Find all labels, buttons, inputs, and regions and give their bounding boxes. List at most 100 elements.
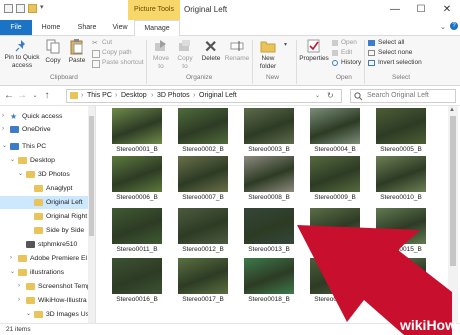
chevron-icon[interactable]: › — [18, 280, 25, 293]
file-item[interactable]: Stereo0015_B — [368, 206, 434, 254]
file-item[interactable]: Stereo0013_B — [236, 206, 302, 254]
recent-locations-icon[interactable]: ⌄ — [30, 89, 40, 103]
file-item[interactable]: Stereo0009_B — [302, 154, 368, 202]
file-name: Stereo0015_B — [380, 246, 422, 253]
file-item[interactable]: Stereo0017_B — [170, 256, 236, 304]
ribbon-collapse-icon[interactable]: ⌄ — [440, 23, 446, 31]
copy-to-button[interactable]: Copy to — [174, 39, 196, 73]
nav-item-original-left[interactable]: Original Left — [0, 196, 88, 209]
content-scrollbar-thumb[interactable] — [450, 116, 456, 266]
copy-button[interactable]: Copy — [42, 39, 64, 73]
photo-thumbnail — [178, 258, 228, 294]
tab-view[interactable]: View — [106, 20, 134, 35]
file-item[interactable]: Stereo0002_B — [170, 106, 236, 154]
nav-item-this-pc[interactable]: ⌄ This PC — [0, 140, 88, 153]
help-icon[interactable]: ? — [450, 22, 458, 30]
file-item[interactable]: Stereo0018_B — [236, 256, 302, 304]
move-to-button[interactable]: Move to — [150, 39, 172, 73]
nav-item-screenshot-temp[interactable]: › Screenshot Temp — [0, 280, 91, 293]
rename-icon — [230, 41, 244, 51]
nav-item-label: Side by Side — [46, 227, 85, 234]
paste-button[interactable]: Paste — [66, 39, 88, 73]
quick-access-dropdown-icon[interactable]: ▾ — [40, 3, 44, 11]
file-item[interactable]: Stereo0016_B — [104, 256, 170, 304]
nav-item-adobe-premiere-el[interactable]: › Adobe Premiere El — [0, 252, 88, 265]
chevron-icon[interactable]: › — [2, 123, 9, 136]
nav-item-desktop[interactable]: ⌄ Desktop — [0, 154, 88, 167]
nav-item-3d-photos[interactable]: ⌄ 3D Photos — [0, 168, 88, 181]
nav-item-quick-access[interactable]: › ★ Quick access — [0, 110, 88, 123]
nav-item-stphmkre510[interactable]: stphmkre510 — [0, 238, 88, 251]
file-item[interactable]: Stereo0012_B — [170, 206, 236, 254]
file-item[interactable]: Stereo0003_B — [236, 106, 302, 154]
file-item[interactable]: Stereo0006_B — [104, 154, 170, 202]
open-icon — [332, 40, 338, 46]
chevron-icon[interactable]: › — [10, 252, 17, 265]
new-folder-button[interactable]: New folder — [256, 39, 280, 73]
nav-scrollbar-thumb[interactable] — [89, 116, 94, 236]
file-item[interactable]: Stereo0014_B — [302, 206, 368, 254]
up-arrow-icon[interactable]: ↑ — [42, 89, 52, 103]
file-item[interactable]: Stereo0008_B — [236, 154, 302, 202]
nav-item-3d-images-usin[interactable]: ⌄ 3D Images Usin — [0, 308, 94, 321]
maximize-button[interactable]: ☐ — [408, 0, 434, 20]
file-item[interactable]: Stereo0001_B — [104, 106, 170, 154]
address-dropdown-icon[interactable]: ⌄ — [315, 90, 320, 102]
forward-arrow-icon[interactable]: → — [17, 89, 27, 103]
tab-share[interactable]: Share — [70, 20, 104, 35]
tab-file[interactable]: File — [0, 20, 32, 35]
nav-item-original-right[interactable]: Original Right — [0, 210, 88, 223]
edit-icon — [332, 50, 338, 56]
pin-to-quick-access-button[interactable]: Pin to Quick access — [4, 39, 40, 73]
photo-thumbnail — [112, 108, 162, 144]
file-item[interactable]: Stereo0010_B — [368, 154, 434, 202]
file-item[interactable]: Stereo0020_B — [368, 256, 434, 304]
scroll-up-icon[interactable]: ▲ — [449, 107, 455, 113]
file-item[interactable]: Stereo0019_B — [302, 256, 368, 304]
delete-button[interactable]: ✕ Delete — [200, 39, 222, 73]
nav-item-label: Original Right — [46, 213, 88, 220]
new-folder-quick-icon[interactable] — [28, 4, 37, 13]
search-box[interactable]: Search Original Left — [350, 89, 456, 103]
properties-quick-icon[interactable] — [16, 4, 25, 13]
rename-button[interactable]: Rename — [224, 39, 250, 73]
chevron-icon[interactable]: ⌄ — [10, 154, 17, 167]
breadcrumb-original-left[interactable]: Original Left — [199, 90, 237, 102]
chevron-icon[interactable]: ⌄ — [26, 308, 33, 321]
breadcrumb-this-pc[interactable]: This PC — [87, 90, 112, 102]
file-item[interactable]: Stereo0004_B — [302, 106, 368, 154]
nav-item-anaglypt[interactable]: Anaglypt — [0, 182, 88, 195]
tab-home[interactable]: Home — [34, 20, 68, 35]
history-icon — [332, 60, 338, 66]
nav-item-illustrations[interactable]: ⌄ illustrations — [0, 266, 88, 279]
folder-icon — [18, 269, 27, 276]
file-item[interactable]: Stereo0011_B — [104, 206, 170, 254]
refresh-icon[interactable]: ↻ — [327, 90, 334, 102]
chevron-icon[interactable]: ⌄ — [18, 168, 25, 181]
content-scrollbar[interactable]: ▲ — [448, 106, 458, 323]
back-arrow-icon[interactable]: ← — [4, 89, 14, 103]
chevron-icon[interactable]: ⌄ — [10, 266, 17, 279]
breadcrumb-desktop[interactable]: Desktop — [121, 90, 147, 102]
address-bar[interactable]: › This PC › Desktop › 3D Photos › Origin… — [66, 89, 342, 103]
chevron-icon[interactable]: ⌄ — [2, 140, 9, 153]
file-item[interactable]: Stereo0007_B — [170, 154, 236, 202]
chevron-icon[interactable]: › — [18, 294, 25, 307]
properties-button[interactable]: Properties — [298, 39, 330, 73]
nav-scrollbar[interactable] — [88, 106, 95, 323]
nav-item-wikihow-illustra[interactable]: › WikiHow-Illustra — [0, 294, 88, 307]
nav-item-onedrive[interactable]: › OneDrive — [0, 123, 88, 136]
minimize-button[interactable]: — — [382, 0, 408, 20]
file-item[interactable]: Stereo0005_B — [368, 106, 434, 154]
chevron-icon[interactable]: › — [2, 110, 9, 123]
file-name: Stereo0002_B — [182, 146, 224, 153]
close-button[interactable]: ✕ — [434, 0, 460, 20]
file-name: Stereo0013_B — [248, 246, 290, 253]
tab-manage[interactable]: Manage — [134, 20, 180, 36]
breadcrumb-3d-photos[interactable]: 3D Photos — [157, 90, 190, 102]
file-name: Stereo0019_B — [314, 296, 356, 303]
new-item-dropdown-icon[interactable]: ▾ — [284, 41, 287, 48]
photo-thumbnail — [376, 208, 426, 244]
photo-thumbnail — [244, 258, 294, 294]
nav-item-side-by-side[interactable]: Side by Side — [0, 224, 88, 237]
